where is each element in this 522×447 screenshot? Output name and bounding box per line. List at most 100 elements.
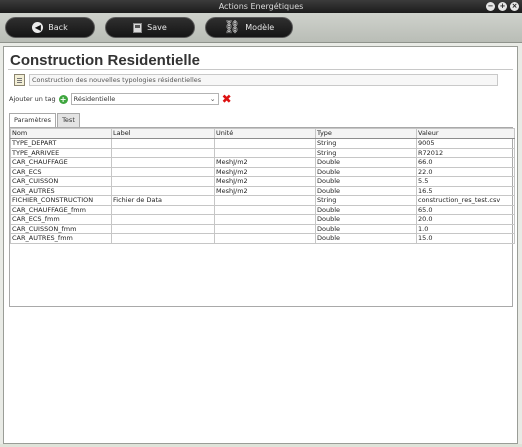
cell-type[interactable]: Double [315, 166, 417, 177]
minimize-icon[interactable]: − [486, 2, 495, 11]
close-icon[interactable]: × [510, 2, 519, 11]
table-header-row: Nom Label Unité Type Valeur [10, 128, 515, 139]
cell-valeur[interactable]: 9005 [416, 138, 515, 149]
model-button[interactable]: ⛓ Modèle [205, 17, 293, 38]
cell-type[interactable]: Double [315, 214, 417, 225]
cell-valeur[interactable]: 22.0 [416, 166, 515, 177]
column-header-unite[interactable]: Unité [214, 128, 316, 139]
cell-valeur[interactable]: 65.0 [416, 204, 515, 215]
cell-type[interactable]: Double [315, 223, 417, 234]
cell-nom[interactable]: CAR_CHAUFFAGE [10, 157, 112, 168]
save-button-label: Save [147, 23, 167, 32]
cell-type[interactable]: Double [315, 233, 417, 244]
tag-select[interactable]: Résidentielle ⌄ [70, 93, 219, 105]
cell-label[interactable] [111, 176, 215, 187]
cell-type[interactable]: Double [315, 185, 417, 196]
cell-nom[interactable]: TYPE_ARRIVEE [10, 147, 112, 158]
column-header-nom[interactable]: Nom [10, 128, 112, 139]
table-row[interactable]: FICHIER_CONSTRUCTION Fichier de Data Str… [10, 195, 515, 206]
table-row[interactable]: CAR_AUTRES MeshJ/m2 Double 16.5 [10, 185, 515, 196]
cell-label[interactable] [111, 147, 215, 158]
save-button[interactable]: Save [105, 17, 195, 38]
cell-unite[interactable]: MeshJ/m2 [214, 185, 316, 196]
cell-nom[interactable]: CAR_AUTRES [10, 185, 112, 196]
cell-type[interactable]: Double [315, 157, 417, 168]
cell-valeur[interactable]: 15.0 [416, 233, 515, 244]
page-title: Construction Residentielle [10, 52, 201, 69]
cell-type[interactable]: Double [315, 176, 417, 187]
cell-unite[interactable] [214, 214, 316, 225]
window-controls: − + × [486, 2, 519, 11]
cell-label[interactable] [111, 204, 215, 215]
cell-valeur[interactable]: construction_res_test.csv [416, 195, 515, 206]
cell-type[interactable]: String [315, 147, 417, 158]
delete-tag-icon[interactable]: ✖ [222, 93, 232, 105]
chain-link-icon: ⛓ [223, 20, 241, 35]
cell-label[interactable] [111, 214, 215, 225]
cell-label[interactable] [111, 166, 215, 177]
cell-unite[interactable]: MeshJ/m2 [214, 157, 316, 168]
cell-unite[interactable] [214, 204, 316, 215]
description-row: Construction des nouvelles typologies ré… [14, 73, 498, 86]
add-tag-icon[interactable]: + [58, 94, 68, 104]
cell-valeur[interactable]: 16.5 [416, 185, 515, 196]
cell-nom[interactable]: CAR_AUTRES_fmm [10, 233, 112, 244]
back-button[interactable]: ◀ Back [5, 17, 95, 38]
table-row[interactable]: TYPE_ARRIVEE String R72012 [10, 147, 515, 158]
cell-label[interactable] [111, 157, 215, 168]
column-header-type[interactable]: Type [315, 128, 417, 139]
column-header-label[interactable]: Label [111, 128, 215, 139]
cell-label[interactable]: Fichier de Data [111, 195, 215, 206]
cell-unite[interactable] [214, 223, 316, 234]
cell-nom[interactable]: CAR_ECS [10, 166, 112, 177]
cell-nom[interactable]: FICHIER_CONSTRUCTION [10, 195, 112, 206]
table-row[interactable]: CAR_CHAUFFAGE_fmm Double 65.0 [10, 204, 515, 215]
cell-nom[interactable]: CAR_CHAUFFAGE_fmm [10, 204, 112, 215]
cell-label[interactable] [111, 233, 215, 244]
cell-label[interactable] [111, 223, 215, 234]
cell-nom[interactable]: CAR_CUISSON [10, 176, 112, 187]
table-row[interactable]: CAR_ECS_fmm Double 20.0 [10, 214, 515, 225]
tab-parametres[interactable]: Paramètres [9, 113, 57, 128]
table-row[interactable]: TYPE_DEPART String 9005 [10, 138, 515, 149]
table-row[interactable]: CAR_AUTRES_fmm Double 15.0 [10, 233, 515, 244]
maximize-icon[interactable]: + [498, 2, 507, 11]
table-row[interactable]: CAR_CHAUFFAGE MeshJ/m2 Double 66.0 [10, 157, 515, 168]
add-tag-label: Ajouter un tag [9, 95, 56, 103]
cell-nom[interactable]: TYPE_DEPART [10, 138, 112, 149]
cell-valeur[interactable]: 5.5 [416, 176, 515, 187]
title-divider [8, 69, 513, 70]
table-row[interactable]: CAR_CUISSON_fmm Double 1.0 [10, 223, 515, 234]
cell-nom[interactable]: CAR_CUISSON_fmm [10, 223, 112, 234]
back-button-label: Back [48, 23, 68, 32]
document-icon [14, 73, 25, 86]
cell-nom[interactable]: CAR_ECS_fmm [10, 214, 112, 225]
cell-valeur[interactable]: 66.0 [416, 157, 515, 168]
cell-unite[interactable] [214, 195, 316, 206]
chevron-down-icon: ⌄ [209, 95, 216, 103]
cell-type[interactable]: Double [315, 204, 417, 215]
model-button-label: Modèle [245, 23, 275, 32]
cell-unite[interactable] [214, 147, 316, 158]
cell-unite[interactable]: MeshJ/m2 [214, 166, 316, 177]
column-header-valeur[interactable]: Valeur [416, 128, 515, 139]
action-panel: Construction Residentielle Construction … [3, 46, 518, 444]
table-row[interactable]: CAR_ECS MeshJ/m2 Double 22.0 [10, 166, 515, 177]
cell-unite[interactable] [214, 233, 316, 244]
toolbar: ◀ Back Save ⛓ Modèle [0, 13, 522, 43]
cell-unite[interactable]: MeshJ/m2 [214, 176, 316, 187]
window-titlebar: Actions Energétiques − + × [0, 0, 522, 13]
cell-label[interactable] [111, 185, 215, 196]
table-row[interactable]: CAR_CUISSON MeshJ/m2 Double 5.5 [10, 176, 515, 187]
cell-valeur[interactable]: 20.0 [416, 214, 515, 225]
cell-type[interactable]: String [315, 138, 417, 149]
cell-type[interactable]: String [315, 195, 417, 206]
cell-label[interactable] [111, 138, 215, 149]
cell-valeur[interactable]: 1.0 [416, 223, 515, 234]
window-title: Actions Energétiques [218, 2, 304, 11]
cell-valeur[interactable]: R72012 [416, 147, 515, 158]
description-field[interactable]: Construction des nouvelles typologies ré… [29, 73, 498, 86]
tab-test[interactable]: Test [57, 113, 80, 127]
cell-unite[interactable] [214, 138, 316, 149]
tag-select-value: Résidentielle [73, 95, 116, 103]
